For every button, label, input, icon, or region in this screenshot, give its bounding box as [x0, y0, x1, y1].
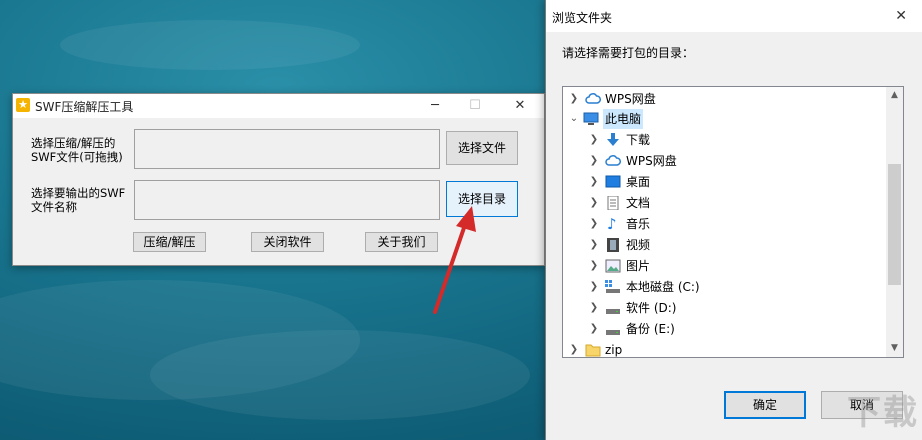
- tree-item-zip[interactable]: ❯ zip: [563, 340, 885, 357]
- computer-icon: [583, 112, 599, 125]
- music-icon: ♪: [607, 215, 617, 233]
- chevron-right-icon[interactable]: ❯: [589, 235, 599, 255]
- tree-item-label: 软件 (D:): [626, 301, 677, 315]
- tree-item-label: 视频: [626, 238, 651, 252]
- star-app-icon: ★: [16, 98, 30, 112]
- tree-item-wps-cloud-sub[interactable]: ❯ WPS网盘: [563, 151, 885, 171]
- maximize-button[interactable]: ☐: [460, 96, 490, 116]
- about-us-button[interactable]: 关于我们: [365, 232, 438, 252]
- chevron-right-icon[interactable]: ❯: [589, 298, 599, 318]
- tree-item-drive-e[interactable]: ❯ 备份 (E:): [563, 319, 885, 339]
- picture-icon: [605, 259, 621, 273]
- dialog-prompt: 请选择需要打包的目录：: [562, 46, 695, 60]
- chevron-right-icon[interactable]: ❯: [569, 340, 579, 357]
- tree-item-this-pc[interactable]: ⌄ 此电脑: [563, 109, 885, 129]
- tree-item-label: 图片: [626, 259, 651, 273]
- tree-item-label: WPS网盘: [605, 92, 656, 106]
- chevron-right-icon[interactable]: ❯: [589, 256, 599, 276]
- tree-item-label: 本地磁盘 (C:): [626, 280, 700, 294]
- tree-item-label: 文档: [626, 196, 651, 210]
- ok-button[interactable]: 确定: [724, 391, 806, 419]
- output-file-field[interactable]: [134, 180, 440, 220]
- tree-item-music[interactable]: ❯ ♪ 音乐: [563, 214, 885, 234]
- drive-icon: [606, 330, 620, 335]
- browse-folder-dialog: 浏览文件夹 ✕ 请选择需要打包的目录： ❯ WPS网盘 ⌄ 此电脑 ❯ 下载 ❯…: [545, 0, 922, 440]
- chevron-right-icon[interactable]: ❯: [589, 151, 599, 171]
- scroll-down-icon[interactable]: ▼: [886, 340, 903, 357]
- close-software-button[interactable]: 关闭软件: [251, 232, 324, 252]
- tree-item-label: zip: [605, 343, 623, 357]
- tree-item-label: WPS网盘: [626, 154, 677, 168]
- select-directory-button[interactable]: 选择目录: [446, 181, 518, 217]
- tree-item-drive-d[interactable]: ❯ 软件 (D:): [563, 298, 885, 318]
- tree-item-drive-c[interactable]: ❯ 本地磁盘 (C:): [563, 277, 885, 297]
- window-title: SWF压缩解压工具: [35, 100, 134, 114]
- tree-item-videos[interactable]: ❯ 视频: [563, 235, 885, 255]
- tree-item-pictures[interactable]: ❯ 图片: [563, 256, 885, 276]
- cloud-icon: [585, 93, 601, 104]
- chevron-right-icon[interactable]: ❯: [589, 130, 599, 150]
- folder-icon: [585, 344, 601, 357]
- vertical-scrollbar[interactable]: ▲ ▼: [886, 87, 903, 357]
- video-icon: [607, 238, 619, 252]
- chevron-right-icon[interactable]: ❯: [589, 319, 599, 339]
- minimize-button[interactable]: ─: [420, 96, 450, 116]
- tree-item-wps-cloud[interactable]: ❯ WPS网盘: [563, 89, 885, 109]
- close-button[interactable]: ✕: [505, 96, 535, 116]
- scroll-up-icon[interactable]: ▲: [886, 87, 903, 104]
- tree-item-desktop[interactable]: ❯ 桌面: [563, 172, 885, 192]
- tree-item-label: 音乐: [626, 217, 651, 231]
- folder-tree[interactable]: ❯ WPS网盘 ⌄ 此电脑 ❯ 下载 ❯ WPS网盘 ❯ 桌面 ❯ 文档 ❯ ♪…: [562, 86, 904, 358]
- desktop-icon: [605, 175, 621, 188]
- watermark-logo: 下载: [847, 393, 919, 433]
- chevron-down-icon[interactable]: ⌄: [569, 109, 579, 129]
- compress-decompress-button[interactable]: 压缩/解压: [133, 232, 206, 252]
- dialog-titlebar: 浏览文件夹 ✕: [546, 0, 922, 32]
- drive-icon: [606, 309, 620, 314]
- drive-icon: [605, 280, 620, 293]
- scrollbar-thumb[interactable]: [888, 164, 901, 285]
- chevron-right-icon[interactable]: ❯: [589, 193, 599, 213]
- tree-item-label: 桌面: [626, 175, 651, 189]
- tree-item-label: 此电脑: [603, 109, 644, 129]
- swf-tool-window: ★ SWF压缩解压工具 ─ ☐ ✕ 选择压缩/解压的 SWF文件(可拖拽) 选择…: [12, 93, 545, 266]
- cloud-icon: [605, 155, 621, 166]
- input-file-field[interactable]: [134, 129, 440, 169]
- chevron-right-icon[interactable]: ❯: [589, 214, 599, 234]
- input-file-label: 选择压缩/解压的 SWF文件(可拖拽): [31, 136, 123, 164]
- tree-item-downloads[interactable]: ❯ 下载: [563, 130, 885, 150]
- select-file-button[interactable]: 选择文件: [446, 131, 518, 165]
- tree-item-label: 备份 (E:): [626, 322, 675, 336]
- chevron-right-icon[interactable]: ❯: [589, 277, 599, 297]
- document-icon: [607, 196, 619, 210]
- dialog-close-button[interactable]: ✕: [895, 8, 907, 24]
- chevron-right-icon[interactable]: ❯: [589, 172, 599, 192]
- dialog-title: 浏览文件夹: [552, 11, 613, 25]
- tree-item-documents[interactable]: ❯ 文档: [563, 193, 885, 213]
- chevron-right-icon[interactable]: ❯: [569, 89, 579, 109]
- download-icon: [607, 133, 619, 146]
- output-file-label: 选择要输出的SWF 文件名称: [31, 186, 126, 214]
- tree-item-label: 下载: [626, 133, 651, 147]
- titlebar: ★ SWF压缩解压工具 ─ ☐ ✕: [13, 94, 544, 118]
